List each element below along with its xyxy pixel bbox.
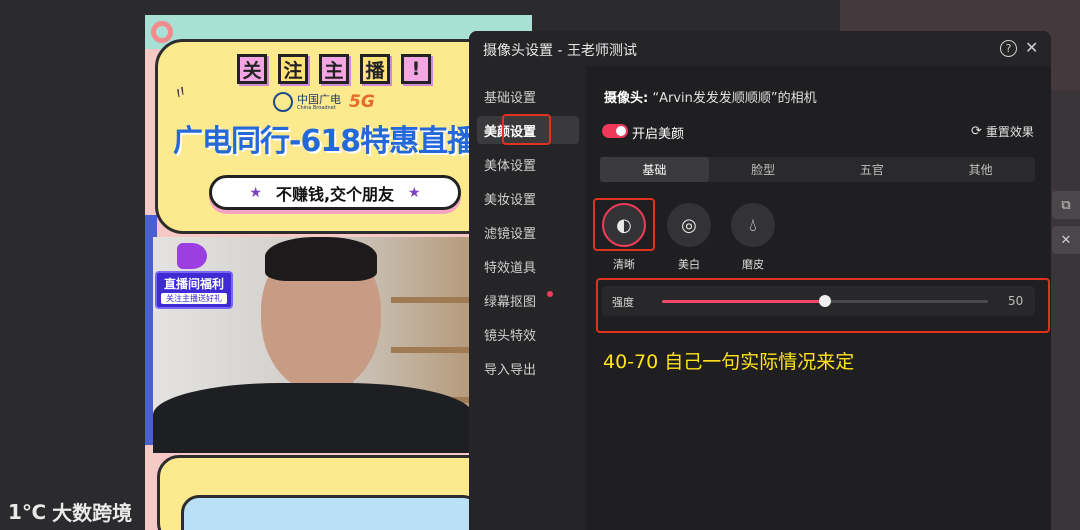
slogan-pill: ★ 不赚钱,交个朋友 ★ bbox=[209, 175, 461, 210]
presenter-body bbox=[153, 383, 473, 453]
smoothing-icon: 💧︎ bbox=[731, 203, 775, 247]
sidebar-item-lens[interactable]: 镜头特效 bbox=[477, 320, 579, 348]
beauty-tabs: 基础 脸型 五官 其他 bbox=[600, 157, 1035, 182]
reset-button[interactable]: ⟳ 重置效果 bbox=[971, 123, 1034, 140]
dialog-title: 摄像头设置 - 王老师测试 bbox=[483, 43, 637, 59]
tab-other[interactable]: 其他 bbox=[926, 157, 1035, 182]
welfare-badge: 直播间福利 关注主播送好礼 bbox=[155, 271, 233, 309]
help-icon[interactable]: ? bbox=[1000, 40, 1017, 57]
follow-char: 注 bbox=[278, 54, 308, 84]
camera-preview bbox=[153, 237, 473, 453]
annotation-note: 40-70 自己一句实际情况来定 bbox=[603, 351, 855, 373]
camera-name-label: 摄像头: “Arvin发发发顺顺顺”的相机 bbox=[604, 87, 817, 106]
close-icon[interactable]: ✕ bbox=[1025, 38, 1038, 57]
sidebar-item-import-export[interactable]: 导入导出 bbox=[477, 354, 579, 382]
sidebar-item-label: 绿幕抠图 bbox=[484, 294, 537, 310]
slogan-text: 不赚钱,交个朋友 bbox=[275, 184, 395, 204]
follow-char: ! bbox=[401, 54, 431, 84]
sidebar-item-makeup[interactable]: 美妆设置 bbox=[477, 184, 579, 212]
tab-face-shape[interactable]: 脸型 bbox=[709, 157, 818, 182]
tab-features[interactable]: 五官 bbox=[818, 157, 927, 182]
dialog-titlebar[interactable]: 摄像头设置 - 王老师测试 ? ✕ bbox=[469, 31, 1051, 66]
brand-5g: 5G bbox=[349, 92, 375, 112]
effect-smoothing[interactable]: 💧︎ 磨皮 bbox=[731, 203, 775, 272]
badge-subtitle: 关注主播送好礼 bbox=[161, 293, 227, 304]
follow-char: 关 bbox=[237, 54, 267, 84]
reset-label: 重置效果 bbox=[985, 125, 1034, 139]
sidebar-item-filter[interactable]: 滤镜设置 bbox=[477, 218, 579, 246]
sidebar-item-basic[interactable]: 基础设置 bbox=[477, 82, 579, 110]
beauty-toggle[interactable] bbox=[602, 124, 628, 138]
sidebar-item-body[interactable]: 美体设置 bbox=[477, 150, 579, 178]
highlight-frame-beauty bbox=[502, 114, 551, 145]
effect-label: 磨皮 bbox=[742, 258, 764, 271]
broadnet-logo-icon bbox=[273, 92, 293, 112]
star-icon: ★ bbox=[408, 184, 421, 201]
broadnet-brand: 中国广电 China Broadnet 5G bbox=[273, 92, 375, 112]
follow-char: 主 bbox=[319, 54, 349, 84]
watermark-logo: 1℃ bbox=[8, 499, 47, 524]
whitening-icon: ◎ bbox=[667, 203, 711, 247]
effect-label: 清晰 bbox=[613, 258, 635, 271]
highlight-frame-clarity bbox=[593, 198, 655, 251]
copy-icon[interactable]: ⧉ bbox=[1052, 191, 1080, 219]
brand-cn: 中国广电 bbox=[297, 92, 341, 106]
effect-label: 美白 bbox=[678, 258, 700, 271]
ring-decoration bbox=[151, 21, 173, 43]
follow-banner: 关 注 主 播 ! bbox=[237, 54, 431, 84]
notification-dot bbox=[547, 291, 553, 297]
camera-settings-dialog: 摄像头设置 - 王老师测试 ? ✕ 基础设置 美颜设置 美体设置 美妆设置 滤镜… bbox=[469, 31, 1051, 530]
watermark-text: 大数跨境 bbox=[52, 501, 133, 525]
side-close-icon[interactable]: ✕ bbox=[1052, 226, 1080, 254]
poster-headline: 广电同行-618特惠直播 bbox=[173, 124, 477, 159]
follow-char: 播 bbox=[360, 54, 390, 84]
tab-basic[interactable]: 基础 bbox=[600, 157, 709, 182]
highlight-frame-slider bbox=[596, 278, 1050, 333]
effect-whitening[interactable]: ◎ 美白 bbox=[667, 203, 711, 272]
brand-en: China Broadnet bbox=[297, 104, 336, 111]
badge-title: 直播间福利 bbox=[163, 277, 224, 291]
beauty-toggle-label: 开启美颜 bbox=[632, 127, 685, 142]
watermark: 1℃ 大数跨境 bbox=[8, 497, 132, 526]
sidebar-item-greenscreen[interactable]: 绿幕抠图 bbox=[477, 286, 579, 314]
sidebar-item-effects[interactable]: 特效道具 bbox=[477, 252, 579, 280]
camera-name: “Arvin发发发顺顺顺”的相机 bbox=[652, 91, 817, 106]
star-icon: ★ bbox=[249, 184, 262, 201]
refresh-icon: ⟳ bbox=[971, 124, 982, 139]
camera-prefix: 摄像头: bbox=[604, 91, 649, 106]
megaphone-icon bbox=[177, 243, 207, 269]
